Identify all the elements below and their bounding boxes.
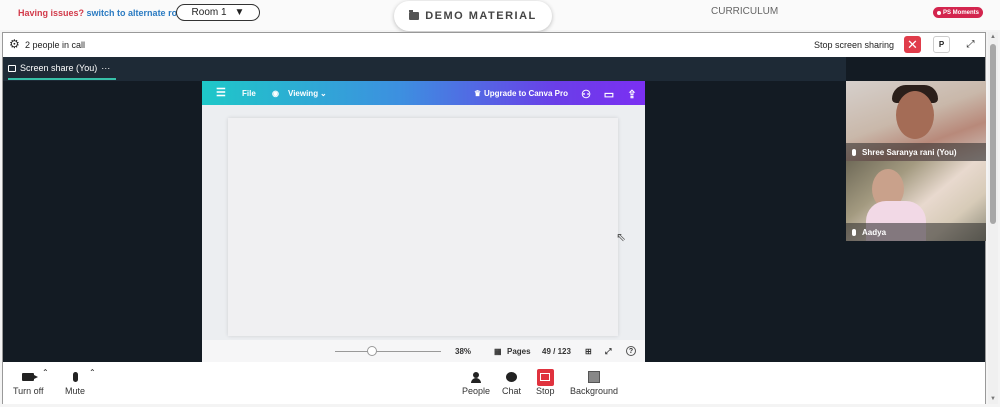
- curriculum-link[interactable]: CURRICULUM: [711, 6, 778, 17]
- share-upload-icon[interactable]: ⇪: [626, 89, 638, 101]
- pages-icon[interactable]: ▦: [494, 347, 502, 356]
- participant-tile[interactable]: Aadya: [846, 161, 986, 241]
- people-label: People: [462, 386, 491, 396]
- share-subbar: Screen share (You) ···: [3, 57, 846, 81]
- pages-button[interactable]: Pages: [507, 347, 531, 356]
- background-icon: [588, 371, 601, 383]
- camera-icon: [22, 373, 39, 381]
- chevron-down-icon: ⌄: [320, 89, 327, 98]
- stop-share-icon: [536, 368, 554, 386]
- page-counter: 49 / 123: [542, 347, 571, 356]
- participant-name-bar: Shree Saranya rani (You): [846, 143, 986, 161]
- folder-icon: [409, 10, 420, 20]
- microphone-icon: [852, 228, 856, 236]
- mute-button[interactable]: Mute: [65, 368, 85, 396]
- screen-share-tab[interactable]: Screen share (You) ···: [8, 63, 110, 73]
- gear-icon[interactable]: ⚙: [9, 38, 20, 50]
- participant-tile[interactable]: Shree Saranya rani (You): [846, 81, 986, 161]
- mouse-cursor-icon: ⇖: [616, 230, 627, 244]
- top-bar: Having issues? switch to alternate room …: [0, 0, 1000, 31]
- participant-name-bar: Aadya: [846, 223, 986, 241]
- close-icon: ✕: [907, 36, 918, 52]
- people-button[interactable]: People: [462, 368, 490, 396]
- mute-label: Mute: [65, 386, 86, 396]
- turn-off-label: Turn off: [13, 386, 44, 396]
- background-button[interactable]: Background: [570, 368, 618, 396]
- call-header: ⚙ 2 people in call Stop screen sharing ✕…: [3, 33, 985, 57]
- crown-icon: ♛: [474, 89, 482, 98]
- scrollbar-thumb[interactable]: [990, 44, 996, 224]
- mic-options-chevron-icon[interactable]: ⌃: [89, 368, 96, 377]
- background-label: Background: [570, 386, 619, 396]
- menu-icon[interactable]: ☰: [216, 86, 226, 99]
- participant-name: Aadya: [862, 227, 887, 237]
- chat-button[interactable]: Chat: [502, 368, 521, 396]
- present-icon[interactable]: ▭: [603, 89, 615, 101]
- video-stage: Screen share (You) ··· ☰ File ◉ Viewing …: [3, 57, 986, 362]
- caret-down-icon: ▼: [234, 7, 245, 18]
- demo-material-label: DEMO MATERIAL: [425, 10, 537, 22]
- chat-label: Chat: [502, 386, 522, 396]
- turn-off-camera-button[interactable]: Turn off: [13, 368, 44, 396]
- microphone-icon: [72, 372, 78, 382]
- scroll-down-icon[interactable]: ▼: [990, 396, 996, 402]
- person-icon: [471, 371, 482, 383]
- people-count: 2 people in call: [25, 40, 86, 50]
- ps-moments-label: PS Moments: [943, 9, 980, 16]
- zoom-level: 38%: [455, 347, 472, 356]
- canva-toolbar: ☰ File ◉ Viewing ⌄ ♛ Upgrade to Canva Pr…: [202, 81, 645, 105]
- scroll-up-icon[interactable]: ▲: [990, 34, 996, 40]
- canva-page-canvas[interactable]: [228, 118, 618, 336]
- record-dot-icon: [937, 10, 941, 15]
- alternate-room-link[interactable]: switch to alternate room: [87, 8, 191, 18]
- issues-message: Having issues? switch to alternate room: [18, 8, 191, 18]
- zoom-slider[interactable]: [335, 351, 441, 352]
- call-window: ⚙ 2 people in call Stop screen sharing ✕…: [2, 32, 986, 404]
- eye-icon: ◉: [272, 89, 279, 98]
- zoom-slider-handle[interactable]: [367, 346, 378, 356]
- chat-icon: [506, 372, 517, 382]
- expand-icon[interactable]: ⤢: [962, 36, 979, 53]
- canva-viewing-menu[interactable]: Viewing: [288, 89, 318, 98]
- active-tab-underline: [8, 78, 116, 80]
- microphone-icon: [852, 148, 856, 156]
- room-select[interactable]: Room 1 ▼: [176, 4, 260, 21]
- demo-material-button[interactable]: DEMO MATERIAL: [394, 1, 552, 31]
- stop-share-button[interactable]: Stop: [536, 368, 555, 396]
- participant-video: [896, 91, 934, 139]
- grid-view-icon[interactable]: ⊞: [585, 347, 592, 356]
- room-select-value: Room 1: [191, 7, 227, 18]
- help-icon[interactable]: ?: [626, 346, 636, 356]
- stop-screen-sharing-label[interactable]: Stop screen sharing: [814, 40, 894, 50]
- upgrade-canva-pro-button[interactable]: Upgrade to Canva Pro: [484, 89, 568, 98]
- more-options-icon[interactable]: ···: [101, 63, 110, 73]
- canva-file-menu[interactable]: File: [242, 89, 256, 98]
- people-icon[interactable]: ⚇: [580, 89, 592, 101]
- issues-text: Having issues?: [18, 8, 85, 18]
- fullscreen-icon[interactable]: ⤢: [605, 347, 611, 357]
- page-scrollbar[interactable]: ▲ ▼: [988, 32, 998, 404]
- shared-screen: ☰ File ◉ Viewing ⌄ ♛ Upgrade to Canva Pr…: [202, 81, 645, 362]
- stop-sharing-close-button[interactable]: ✕: [904, 36, 921, 53]
- ps-moments-badge[interactable]: PS Moments: [933, 7, 984, 18]
- participant-p-button[interactable]: P: [933, 36, 950, 53]
- participant-name: Shree Saranya rani (You): [862, 147, 957, 157]
- canva-footer: 38% ▦ Pages 49 / 123 ⊞ ⤢ ?: [202, 340, 645, 362]
- screen-icon: [8, 64, 16, 72]
- camera-options-chevron-icon[interactable]: ⌃: [42, 368, 49, 377]
- screen-share-tab-label: Screen share (You): [20, 63, 98, 73]
- call-toolbar: Turn off ⌃ Mute ⌃ People Chat Stop Backg…: [3, 362, 985, 404]
- stop-label: Stop: [536, 386, 555, 396]
